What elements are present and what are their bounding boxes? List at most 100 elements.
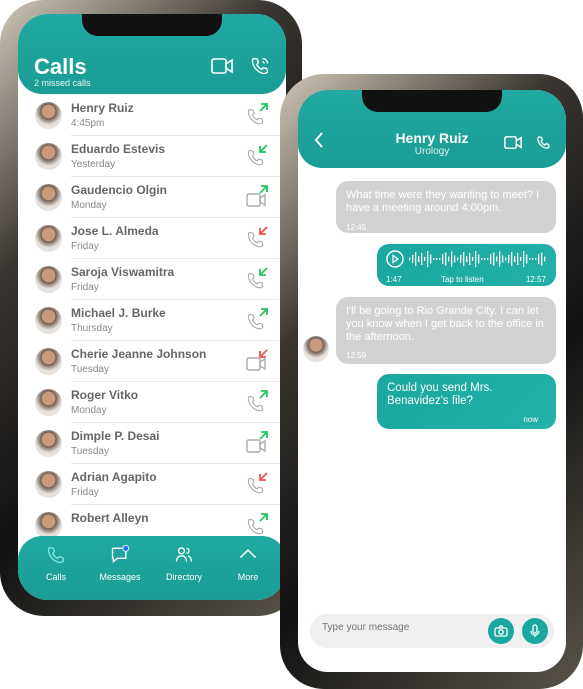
video-call-icon[interactable] bbox=[504, 136, 522, 149]
call-list-item[interactable]: Henry Ruiz 4:45pm bbox=[18, 95, 286, 136]
avatar bbox=[35, 184, 62, 211]
wave-bar bbox=[508, 255, 510, 263]
play-icon[interactable] bbox=[386, 250, 404, 268]
video-call-outgoing-icon[interactable] bbox=[246, 431, 270, 455]
avatar bbox=[35, 512, 62, 539]
notch bbox=[82, 14, 222, 36]
call-list-item[interactable]: Gaudencio Olgin Monday bbox=[18, 177, 286, 218]
wave-bar bbox=[424, 257, 426, 261]
wave-bar bbox=[523, 251, 525, 267]
wave-bar bbox=[529, 258, 531, 260]
mic-button[interactable] bbox=[522, 618, 548, 644]
call-list-item[interactable]: Roger Vitko Monday bbox=[18, 382, 286, 423]
wave-bar bbox=[430, 254, 432, 264]
contact-department: Urology bbox=[414, 146, 450, 157]
wave-bar bbox=[445, 252, 447, 266]
voice-message[interactable]: 1:47 Tap to listen 12:57 bbox=[377, 244, 556, 286]
avatar bbox=[35, 143, 62, 170]
call-time: Yesterday bbox=[71, 159, 116, 170]
avatar bbox=[35, 266, 62, 293]
call-list-item[interactable]: Jose L. Almeda Friday bbox=[18, 218, 286, 259]
nav-item-directory[interactable]: Directory bbox=[151, 536, 217, 600]
phone-call-missed-icon[interactable] bbox=[246, 472, 270, 496]
video-call-missed-icon[interactable] bbox=[246, 349, 270, 373]
wave-bar bbox=[451, 251, 453, 267]
wave-bar bbox=[517, 253, 519, 265]
wave-bar bbox=[442, 254, 444, 264]
phone-call-missed-icon[interactable] bbox=[246, 226, 270, 250]
wave-bar bbox=[544, 256, 546, 262]
wave-bar bbox=[520, 257, 522, 261]
voice-time: 12:57 bbox=[525, 275, 546, 284]
wave-bar bbox=[412, 255, 414, 263]
avatar bbox=[35, 307, 62, 334]
wave-bar bbox=[418, 256, 420, 262]
wave-bar bbox=[499, 251, 501, 267]
nav-label: Directory bbox=[165, 572, 202, 582]
wave-bar bbox=[415, 252, 417, 266]
missed-calls-count: 2 missed calls bbox=[34, 78, 91, 88]
wave-bar bbox=[469, 253, 471, 265]
message-received: What time were they wanting to meet? I h… bbox=[336, 181, 556, 233]
wave-bar bbox=[511, 252, 513, 266]
wave-bar bbox=[427, 251, 429, 267]
call-list-item[interactable]: Saroja Viswamitra Friday bbox=[18, 259, 286, 300]
call-time: Tuesday bbox=[71, 446, 109, 457]
call-time: Thursday bbox=[71, 323, 113, 334]
avatar bbox=[35, 389, 62, 416]
nav-label: More bbox=[237, 572, 259, 582]
nav-item-calls[interactable]: Calls bbox=[23, 536, 89, 600]
phone-call-outgoing-icon[interactable] bbox=[246, 513, 270, 537]
contact-name: Saroja Viswamitra bbox=[71, 265, 175, 279]
call-list-item[interactable]: Michael J. Burke Thursday bbox=[18, 300, 286, 341]
call-list-item[interactable]: Adrian Agapito Friday bbox=[18, 464, 286, 505]
camera-button[interactable] bbox=[488, 618, 514, 644]
phone-call-incoming-icon[interactable] bbox=[246, 144, 270, 168]
nav-item-messages[interactable]: Messages bbox=[87, 536, 153, 600]
message-input[interactable] bbox=[310, 614, 554, 648]
contact-name: Eduardo Estevis bbox=[71, 142, 166, 156]
calls-screen: Calls 2 missed calls Henry Ruiz 4:45pm Edu… bbox=[18, 14, 286, 600]
contact-name: Gaudencio Olgin bbox=[71, 183, 168, 197]
contact-name: Michael J. Burke bbox=[71, 306, 166, 320]
wave-bar bbox=[457, 257, 459, 261]
message-text: What time were they wanting to meet? I h… bbox=[346, 189, 540, 214]
nav-item-more[interactable]: More bbox=[215, 536, 281, 600]
message-text: Could you send Mrs. Benavidez's file? bbox=[387, 382, 493, 407]
contact-name: Robert Alleyn bbox=[71, 511, 149, 525]
chat-screen: Henry Ruiz Urology What time were they w… bbox=[298, 90, 566, 672]
call-list-item[interactable]: Eduardo Estevis Yesterday bbox=[18, 136, 286, 177]
call-time: Friday bbox=[71, 241, 99, 252]
wave-bar bbox=[478, 254, 480, 264]
tap-to-listen: Tap to listen bbox=[441, 275, 484, 284]
contact-name: Jose L. Almeda bbox=[71, 224, 159, 238]
message-time: 12:59 bbox=[346, 351, 367, 360]
wave-bar bbox=[481, 258, 483, 260]
phone-call-outgoing-icon[interactable] bbox=[246, 308, 270, 332]
avatar bbox=[35, 102, 62, 129]
phone-icon[interactable] bbox=[250, 56, 270, 76]
wave-bar bbox=[460, 255, 462, 263]
video-icon[interactable] bbox=[211, 58, 233, 74]
phone-call-icon[interactable] bbox=[536, 135, 551, 150]
wave-bar bbox=[463, 252, 465, 266]
video-call-outgoing-icon[interactable] bbox=[246, 185, 270, 209]
wave-bar bbox=[496, 256, 498, 262]
phone-calls: Calls 2 missed calls Henry Ruiz 4:45pm Edu… bbox=[0, 0, 302, 616]
call-list-item[interactable]: Dimple P. Desai Tuesday bbox=[18, 423, 286, 464]
contact-name: Henry Ruiz bbox=[71, 101, 134, 115]
wave-bar bbox=[472, 257, 474, 261]
contact-name: Henry Ruiz bbox=[395, 130, 469, 146]
phone-call-outgoing-icon[interactable] bbox=[246, 103, 270, 127]
message-field[interactable] bbox=[322, 622, 482, 633]
microphone-icon bbox=[530, 624, 540, 637]
avatar bbox=[35, 225, 62, 252]
wave-bar bbox=[532, 258, 534, 260]
phone-call-incoming-icon[interactable] bbox=[246, 267, 270, 291]
camera-icon bbox=[494, 625, 508, 637]
wave-bar bbox=[448, 256, 450, 262]
phone-call-outgoing-icon[interactable] bbox=[246, 390, 270, 414]
call-list-item[interactable]: Cherie Jeanne Johnson Tuesday bbox=[18, 341, 286, 382]
contact-name: Cherie Jeanne Johnson bbox=[71, 347, 207, 361]
wave-bar bbox=[514, 256, 516, 262]
